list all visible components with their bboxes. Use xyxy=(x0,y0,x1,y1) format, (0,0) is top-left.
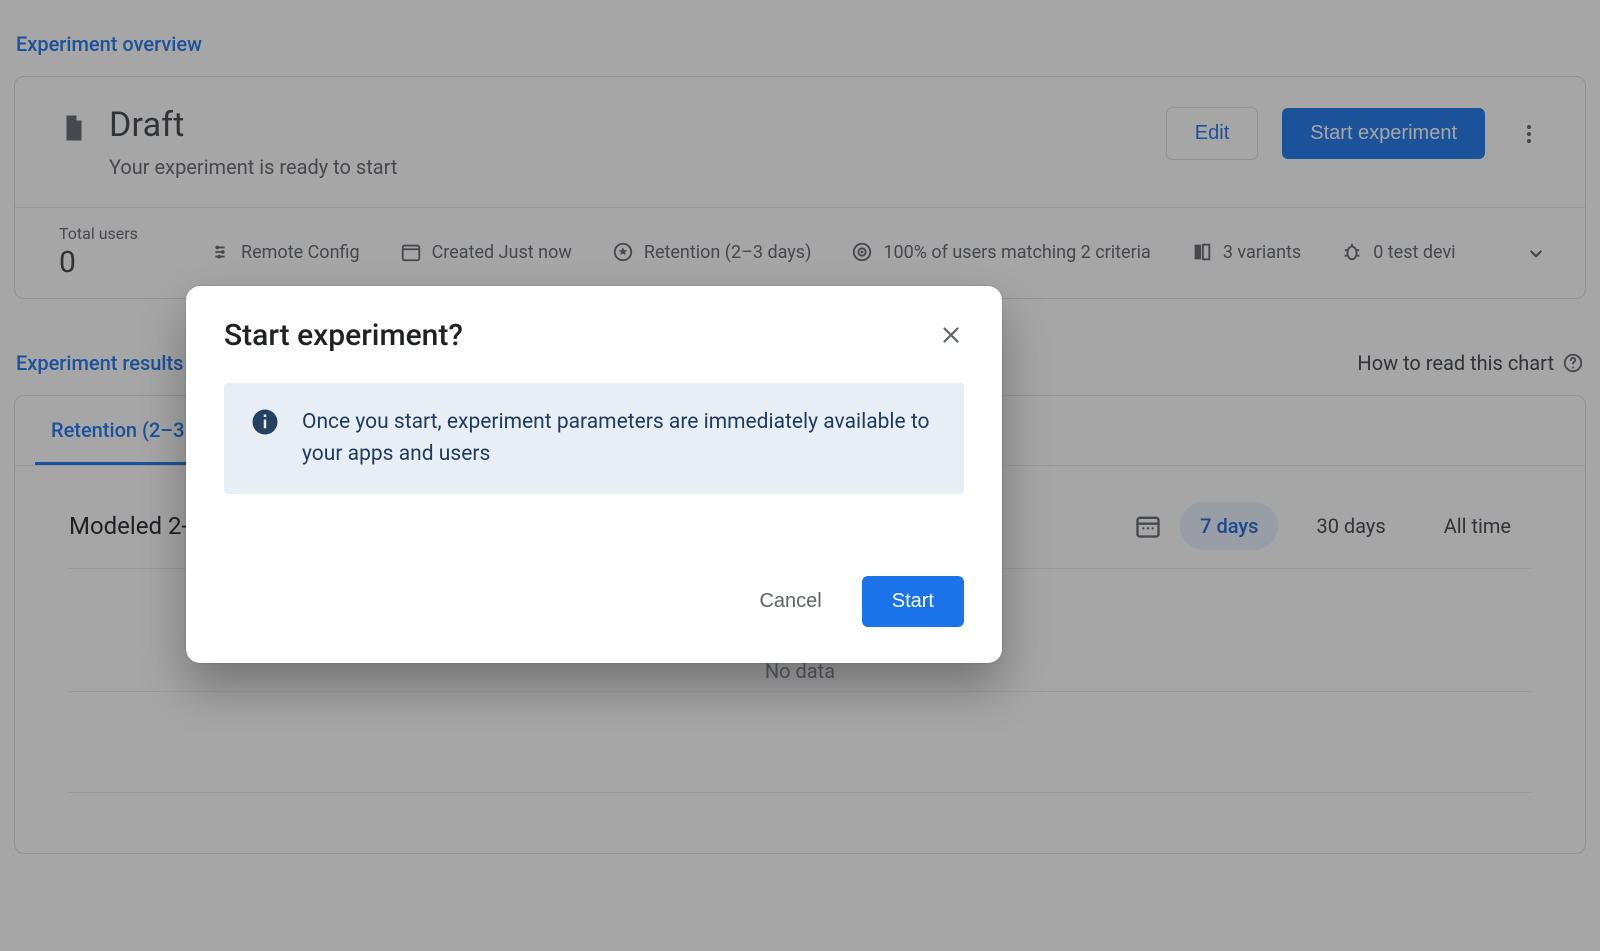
dialog-title: Start experiment? xyxy=(224,318,463,353)
info-icon xyxy=(250,407,280,437)
confirm-start-button[interactable]: Start xyxy=(862,576,964,627)
start-experiment-dialog: Start experiment? Once you start, experi… xyxy=(186,286,1002,663)
info-text: Once you start, experiment parameters ar… xyxy=(302,407,938,470)
info-banner: Once you start, experiment parameters ar… xyxy=(224,383,964,494)
close-icon[interactable] xyxy=(938,322,964,348)
cancel-button[interactable]: Cancel xyxy=(737,576,843,627)
